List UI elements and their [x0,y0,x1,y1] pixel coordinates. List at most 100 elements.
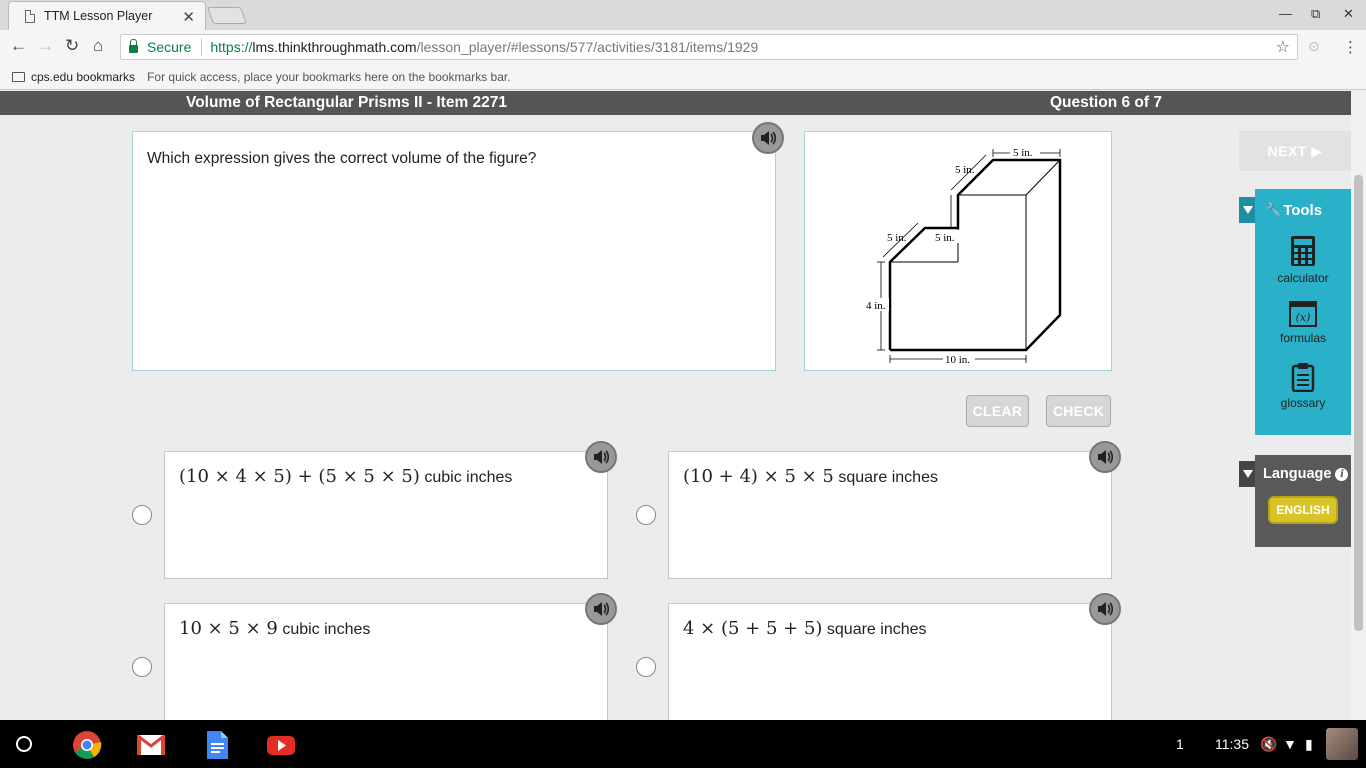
dim-top-depth: 5 in. [955,164,975,176]
new-tab-button[interactable] [206,7,248,24]
collapse-icon [1239,461,1255,487]
check-button[interactable]: CHECK [1046,395,1111,427]
speaker-icon [594,602,610,616]
calculator-tool[interactable]: calculator [1255,235,1351,285]
extension-icon[interactable]: ⊙ [1308,38,1320,55]
wifi-icon[interactable]: ▼ [1283,736,1297,752]
tool-label: formulas [1279,331,1326,345]
menu-icon[interactable]: ⋮ [1343,38,1358,56]
youtube-icon[interactable] [266,730,296,760]
answer-option-4[interactable]: 4 × (5 + 5 + 5) square inches [668,603,1112,720]
speaker-icon [1098,602,1114,616]
docs-icon[interactable] [202,730,232,760]
answer-radio-2[interactable] [636,505,656,525]
bookmarks-hint: For quick access, place your bookmarks h… [147,69,511,84]
reload-icon[interactable]: ↻ [65,36,79,56]
formulas-tool[interactable]: (x) formulas [1255,301,1351,345]
answer-audio-button-1[interactable] [585,441,617,473]
dim-top-width: 5 in. [1013,147,1033,159]
maximize-icon[interactable]: ⧉ [1311,6,1320,22]
language-header[interactable]: Language i [1239,461,1349,487]
answer-radio-3[interactable] [132,657,152,677]
answer-audio-button-4[interactable] [1089,593,1121,625]
answer-unit: square inches [826,621,927,638]
scrollbar-thumb[interactable] [1354,175,1363,631]
answer-expression: 10 × 5 × 9 cubic inches [179,618,370,639]
launcher-icon[interactable] [16,736,32,752]
secure-label: Secure [147,39,192,55]
home-icon[interactable]: ⌂ [93,36,103,56]
clear-button[interactable]: CLEAR [966,395,1029,427]
question-text: Which expression gives the correct volum… [147,150,537,167]
divider [201,38,203,56]
tab-title: TTM Lesson Player [44,9,153,23]
language-title: Language [1263,466,1332,482]
tool-label: glossary [1280,396,1326,410]
page-icon [25,9,35,23]
dim-step-height: 5 in. [935,232,955,244]
forward-icon[interactable]: → [37,36,54,56]
question-panel: Which expression gives the correct volum… [132,131,776,371]
answer-expression: 4 × (5 + 5 + 5) square inches [683,618,927,639]
answer-unit: cubic inches [424,469,513,486]
answer-math: 4 × (5 + 5 + 5) [683,618,823,639]
chrome-icon[interactable] [72,730,102,760]
address-bar[interactable]: Secure https://lms.thinkthroughmath.com /… [120,34,1298,60]
english-language-button[interactable]: ENGLISH [1268,496,1338,524]
browser-tab-bar: TTM Lesson Player ✕ — ⧉ ✕ [0,0,1366,30]
answer-expression: (10 × 4 × 5) + (5 × 5 × 5) cubic inches [179,466,512,487]
close-tab-icon[interactable]: ✕ [182,8,195,26]
mute-icon[interactable]: 🔇 [1260,736,1277,753]
dim-bottom-width: 10 in. [945,354,970,366]
url-path: /lesson_player/#lessons/577/activities/3… [416,39,759,55]
gmail-icon[interactable] [136,730,166,760]
answer-expression: (10 + 4) × 5 × 5 square inches [683,466,938,487]
speaker-icon [761,131,777,145]
question-audio-button[interactable] [752,122,784,154]
battery-icon[interactable]: ▮ [1305,736,1313,753]
browser-toolbar: ← → ↻ ⌂ Secure https://lms.thinkthroughm… [0,30,1366,64]
bookmarks-bar: cps.edu bookmarks For quick access, plac… [0,64,1366,90]
info-icon[interactable]: i [1335,467,1349,481]
lock-icon [129,39,138,53]
back-icon[interactable]: ← [10,36,27,56]
glossary-icon [1291,363,1315,392]
answer-option-1[interactable]: (10 × 4 × 5) + (5 × 5 × 5) cubic inches [164,451,608,579]
tools-header[interactable]: 🔧 Tools [1239,197,1322,223]
speaker-icon [1098,450,1114,464]
answer-option-3[interactable]: 10 × 5 × 9 cubic inches [164,603,608,720]
window-close-icon[interactable]: ✕ [1343,6,1354,22]
speaker-icon [594,450,610,464]
answer-audio-button-3[interactable] [585,593,617,625]
folder-icon [12,71,25,82]
next-button[interactable]: NEXT ▶ [1239,131,1351,171]
os-shelf: 1 11:35 🔇 ▼ ▮ [0,720,1366,768]
answer-unit: square inches [838,469,938,486]
glossary-tool[interactable]: glossary [1255,362,1351,410]
answer-radio-1[interactable] [132,505,152,525]
figure-panel: 5 in. 5 in. 5 in. 5 in. 4 in. 10 in. [804,131,1112,371]
answer-math: (10 × 4 × 5) + (5 × 5 × 5) [179,466,420,487]
notification-count[interactable]: 1 [1176,736,1184,752]
tools-title: Tools [1283,201,1323,219]
stepped-prism-figure: 5 in. 5 in. 5 in. 5 in. 4 in. 10 in. [865,146,1062,366]
browser-tab[interactable]: TTM Lesson Player ✕ [8,1,206,30]
minimize-icon[interactable]: — [1279,6,1292,21]
wrench-icon: 🔧 [1265,202,1282,217]
page-scrollbar[interactable] [1351,91,1366,720]
answer-option-2[interactable]: (10 + 4) × 5 × 5 square inches [668,451,1112,579]
lesson-player-page: Volume of Rectangular Prisms II - Item 2… [0,91,1366,720]
answer-audio-button-2[interactable] [1089,441,1121,473]
formulas-glyph: (x) [1296,311,1311,324]
answer-math: (10 + 4) × 5 × 5 [683,466,834,487]
bookmark-star-icon[interactable]: ☆ [1276,37,1290,57]
dim-left-height: 4 in. [866,300,886,312]
clock[interactable]: 11:35 [1215,736,1249,752]
answer-radio-4[interactable] [636,657,656,677]
avatar[interactable] [1326,728,1358,760]
lesson-header: Volume of Rectangular Prisms II - Item 2… [0,91,1351,115]
answer-math: 10 × 5 × 9 [179,618,278,639]
bookmarks-folder[interactable]: cps.edu bookmarks [31,70,135,84]
tool-label: calculator [1277,271,1329,285]
url-host: lms.thinkthroughmath.com [252,39,417,55]
